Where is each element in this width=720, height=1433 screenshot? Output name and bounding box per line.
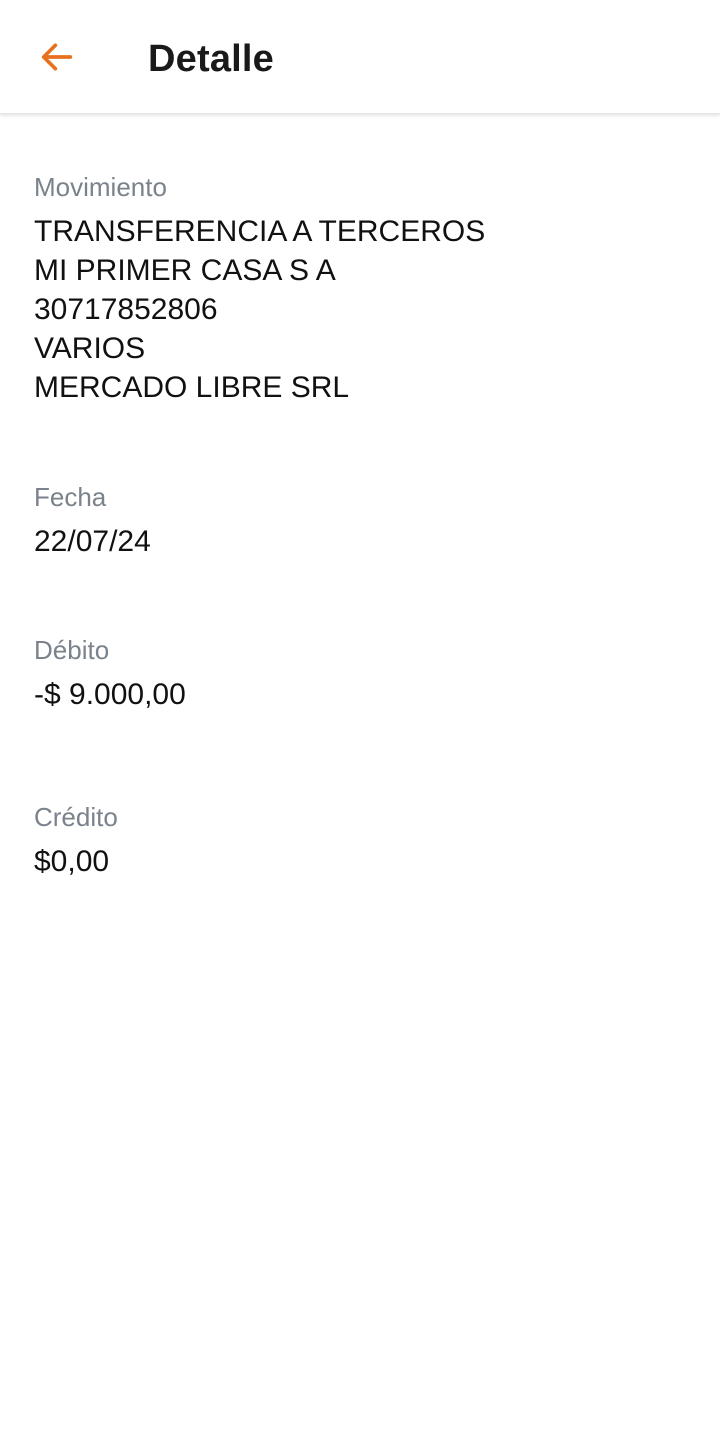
movimiento-value: TRANSFERENCIA A TERCEROS MI PRIMER CASA … [34, 212, 694, 407]
debito-label: Débito [34, 635, 110, 665]
credito-label: Crédito [34, 802, 118, 832]
movimiento-line: VARIOS [34, 332, 146, 365]
fecha-field: Fecha 22/07/24 [34, 478, 694, 561]
back-button[interactable] [22, 22, 92, 92]
movimiento-line: MERCADO LIBRE SRL [34, 371, 350, 404]
movimiento-line: 30717852806 [34, 293, 218, 326]
credito-field: Crédito $0,00 [34, 798, 694, 881]
movimiento-line: MI PRIMER CASA S A [34, 254, 336, 287]
page-title: Detalle [148, 38, 275, 80]
credito-value: $0,00 [34, 845, 110, 878]
movimiento-field: Movimiento TRANSFERENCIA A TERCEROS MI P… [34, 168, 694, 407]
movimiento-line: TRANSFERENCIA A TERCEROS [34, 215, 486, 248]
debito-value: -$ 9.000,00 [34, 678, 186, 711]
movimiento-label: Movimiento [34, 172, 167, 202]
fecha-value: 22/07/24 [34, 525, 151, 558]
debito-field: Débito -$ 9.000,00 [34, 631, 694, 714]
app-bar: Detalle [0, 0, 720, 114]
fecha-label: Fecha [34, 482, 107, 512]
arrow-left-icon [41, 43, 73, 71]
detail-content: Movimiento TRANSFERENCIA A TERCEROS MI P… [34, 168, 694, 881]
